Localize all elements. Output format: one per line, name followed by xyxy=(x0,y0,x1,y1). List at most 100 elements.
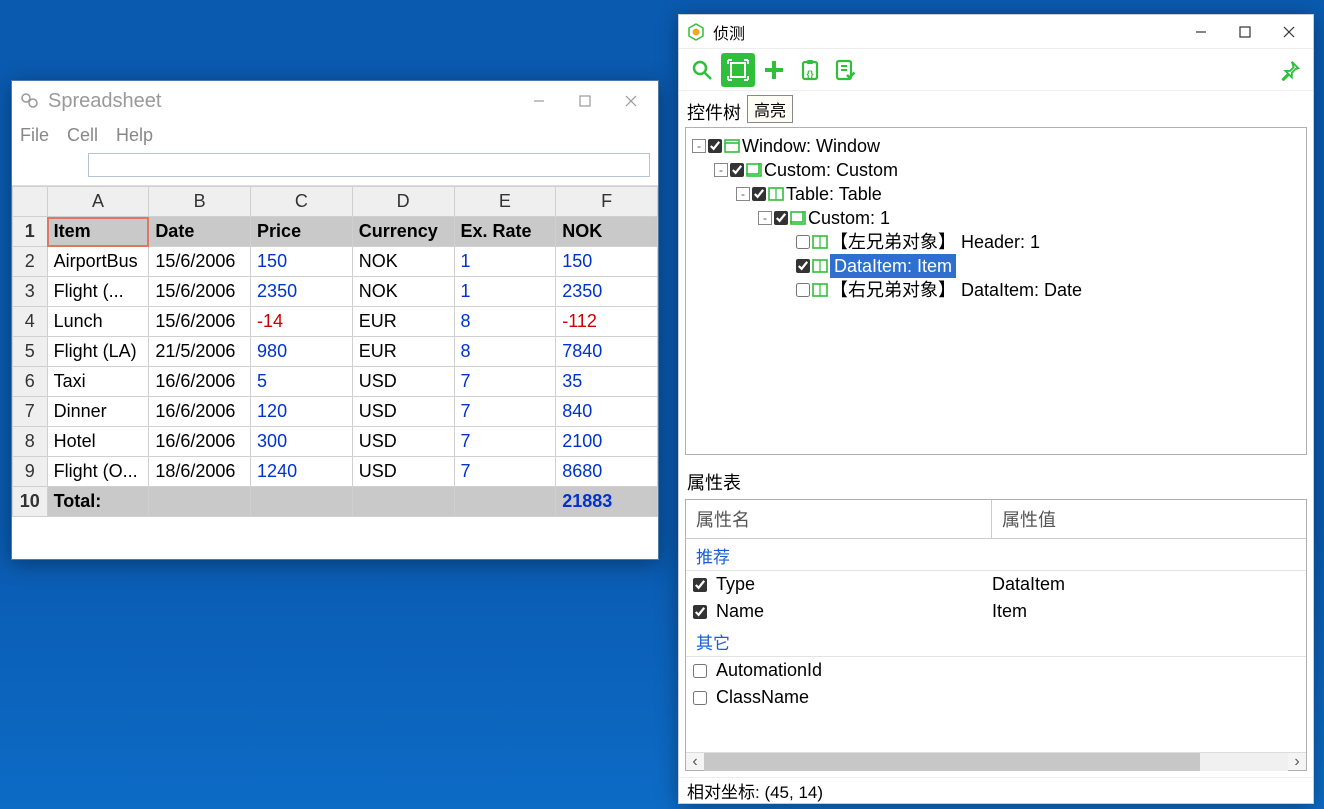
row-header[interactable]: 2 xyxy=(13,247,48,277)
property-row[interactable]: AutomationId xyxy=(686,657,1306,684)
property-checkbox[interactable] xyxy=(693,578,707,592)
data-cell[interactable]: NOK xyxy=(352,277,454,307)
data-cell[interactable]: -14 xyxy=(251,307,353,337)
tree-checkbox[interactable] xyxy=(708,139,722,153)
row-header[interactable]: 4 xyxy=(13,307,48,337)
data-cell[interactable]: 16/6/2006 xyxy=(149,397,251,427)
spreadsheet-grid[interactable]: ABCDEF 1ItemDatePriceCurrencyEx. RateNOK… xyxy=(12,186,658,559)
tree-toggle-icon[interactable]: - xyxy=(736,187,750,201)
data-cell[interactable]: 15/6/2006 xyxy=(149,247,251,277)
tree-item[interactable]: - Custom: Custom xyxy=(690,158,1302,182)
scroll-track[interactable] xyxy=(704,753,1288,771)
header-cell[interactable]: Ex. Rate xyxy=(454,217,556,247)
data-cell[interactable]: 21/5/2006 xyxy=(149,337,251,367)
total-cell[interactable] xyxy=(352,487,454,517)
data-cell[interactable]: 2100 xyxy=(556,427,658,457)
data-cell[interactable]: -112 xyxy=(556,307,658,337)
col-property-value[interactable]: 属性值 xyxy=(992,500,1306,538)
data-cell[interactable]: 1 xyxy=(454,277,556,307)
total-cell[interactable]: Total: xyxy=(47,487,149,517)
header-cell[interactable]: Date xyxy=(149,217,251,247)
data-cell[interactable]: 980 xyxy=(251,337,353,367)
row-header[interactable]: 3 xyxy=(13,277,48,307)
col-header-E[interactable]: E xyxy=(454,187,556,217)
data-cell[interactable]: 300 xyxy=(251,427,353,457)
minimize-button[interactable] xyxy=(516,85,562,117)
col-header-B[interactable]: B xyxy=(149,187,251,217)
tree-item[interactable]: - Table: Table xyxy=(690,182,1302,206)
data-cell[interactable]: USD xyxy=(352,427,454,457)
total-cell[interactable] xyxy=(149,487,251,517)
tree-checkbox[interactable] xyxy=(796,259,810,273)
close-button[interactable] xyxy=(608,85,654,117)
data-cell[interactable]: Dinner xyxy=(47,397,149,427)
data-cell[interactable]: 35 xyxy=(556,367,658,397)
data-cell[interactable]: 8 xyxy=(454,337,556,367)
tree-item[interactable]: 【左兄弟对象】 Header: 1 xyxy=(690,230,1302,254)
row-header[interactable]: 7 xyxy=(13,397,48,427)
row-header[interactable]: 6 xyxy=(13,367,48,397)
tree-item[interactable]: 【右兄弟对象】 DataItem: Date xyxy=(690,278,1302,302)
search-icon[interactable] xyxy=(685,53,719,87)
total-cell[interactable] xyxy=(251,487,353,517)
inspector-titlebar[interactable]: 侦测 xyxy=(679,15,1313,49)
add-icon[interactable] xyxy=(757,53,791,87)
property-checkbox[interactable] xyxy=(693,691,707,705)
data-cell[interactable]: 5 xyxy=(251,367,353,397)
total-cell[interactable] xyxy=(454,487,556,517)
data-cell[interactable]: 16/6/2006 xyxy=(149,427,251,457)
maximize-button[interactable] xyxy=(562,85,608,117)
data-cell[interactable]: EUR xyxy=(352,307,454,337)
property-row[interactable]: ClassName xyxy=(686,684,1306,711)
data-cell[interactable]: 7 xyxy=(454,427,556,457)
tree-checkbox[interactable] xyxy=(730,163,744,177)
row-header[interactable]: 1 xyxy=(13,217,48,247)
property-hscroll[interactable]: ‹ › xyxy=(686,752,1306,770)
data-cell[interactable]: AirportBus xyxy=(47,247,149,277)
spreadsheet-titlebar[interactable]: Spreadsheet xyxy=(12,81,658,121)
col-header-C[interactable]: C xyxy=(251,187,353,217)
col-header-A[interactable]: A xyxy=(47,187,149,217)
header-cell[interactable]: Item xyxy=(47,217,149,247)
header-cell[interactable]: Currency xyxy=(352,217,454,247)
property-row[interactable]: TypeDataItem xyxy=(686,571,1306,598)
property-columns[interactable]: 属性名 属性值 xyxy=(686,500,1306,539)
data-cell[interactable]: 15/6/2006 xyxy=(149,277,251,307)
scroll-right-icon[interactable]: › xyxy=(1288,753,1306,771)
col-header-F[interactable]: F xyxy=(556,187,658,217)
data-cell[interactable]: Flight (LA) xyxy=(47,337,149,367)
data-cell[interactable]: 840 xyxy=(556,397,658,427)
data-cell[interactable]: 7 xyxy=(454,397,556,427)
total-cell[interactable]: 21883 xyxy=(556,487,658,517)
property-checkbox[interactable] xyxy=(693,605,707,619)
data-cell[interactable]: 8 xyxy=(454,307,556,337)
data-cell[interactable]: 120 xyxy=(251,397,353,427)
data-cell[interactable]: 18/6/2006 xyxy=(149,457,251,487)
corner-cell[interactable] xyxy=(13,187,48,217)
data-cell[interactable]: Hotel xyxy=(47,427,149,457)
maximize-button[interactable] xyxy=(1223,17,1267,47)
data-cell[interactable]: Taxi xyxy=(47,367,149,397)
menu-help[interactable]: Help xyxy=(116,125,153,146)
property-row[interactable]: NameItem xyxy=(686,598,1306,625)
tree-toggle-icon[interactable]: - xyxy=(758,211,772,225)
formula-input[interactable] xyxy=(88,153,650,177)
data-cell[interactable]: 7 xyxy=(454,457,556,487)
menu-cell[interactable]: Cell xyxy=(67,125,98,146)
row-header[interactable]: 10 xyxy=(13,487,48,517)
row-header[interactable]: 9 xyxy=(13,457,48,487)
data-cell[interactable]: 1 xyxy=(454,247,556,277)
tree-item[interactable]: - Custom: 1 xyxy=(690,206,1302,230)
scroll-left-icon[interactable]: ‹ xyxy=(686,753,704,771)
data-cell[interactable]: 2350 xyxy=(251,277,353,307)
tree-checkbox[interactable] xyxy=(796,283,810,297)
data-cell[interactable]: 15/6/2006 xyxy=(149,307,251,337)
scroll-thumb[interactable] xyxy=(704,753,1200,771)
minimize-button[interactable] xyxy=(1179,17,1223,47)
tree-item[interactable]: - Window: Window xyxy=(690,134,1302,158)
tree-toggle-icon[interactable]: - xyxy=(714,163,728,177)
pin-icon[interactable] xyxy=(1273,53,1307,87)
highlight-icon[interactable] xyxy=(721,53,755,87)
clipboard-icon[interactable]: {} xyxy=(793,53,827,87)
data-cell[interactable]: USD xyxy=(352,367,454,397)
